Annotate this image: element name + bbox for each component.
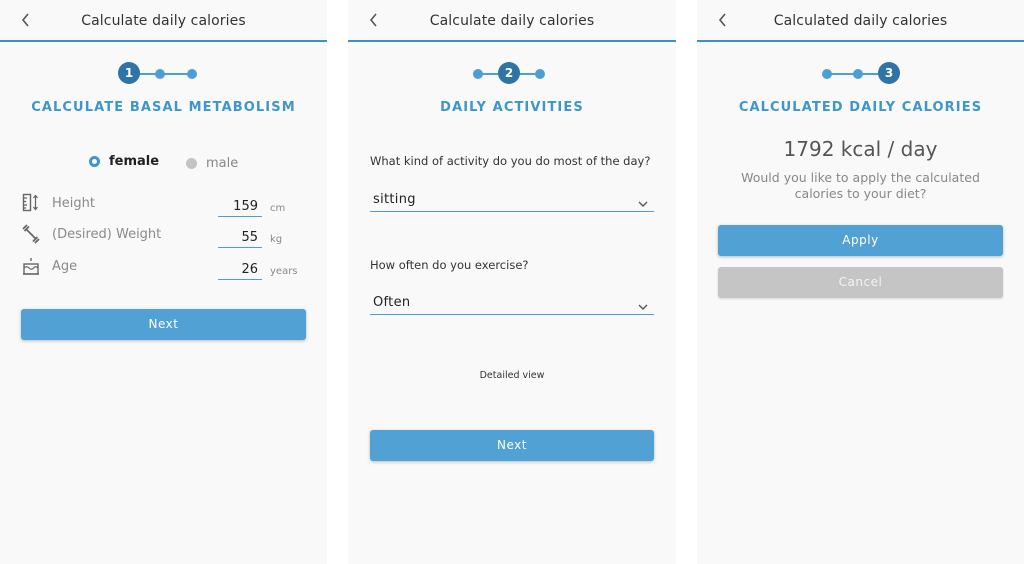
field-label: Height <box>52 196 95 211</box>
step-1 <box>473 69 483 79</box>
height-input[interactable] <box>218 197 262 217</box>
step-2 <box>853 69 863 79</box>
unit-label: years <box>270 266 298 277</box>
app-bar: Calculate daily calories <box>348 0 676 42</box>
dumbbell-icon <box>22 224 40 244</box>
activity-select[interactable]: sitting <box>370 190 654 212</box>
app-bar-title: Calculated daily calories <box>773 13 948 29</box>
apply-prompt: Would you like to apply the calculated c… <box>741 170 980 201</box>
next-button[interactable]: Next <box>370 430 654 461</box>
step-1-active: 1 <box>118 62 140 84</box>
activity-question: What kind of activity do you do most of … <box>370 154 651 168</box>
age-row: Age years <box>0 256 327 282</box>
app-bar: Calculate daily calories <box>0 0 327 42</box>
step-3-active: 3 <box>878 62 900 84</box>
gender-radio-male[interactable]: male <box>186 153 238 173</box>
section-title: CALCULATED DAILY CALORIES <box>738 100 983 115</box>
step-3 <box>187 69 197 79</box>
section-title: DAILY ACTIVITIES <box>440 100 584 115</box>
app-bar: Calculated daily calories <box>697 0 1024 42</box>
detailed-view-link[interactable]: Detailed view <box>348 370 676 381</box>
height-row: Height cm <box>0 193 327 219</box>
stepper: 1 <box>0 62 327 86</box>
weight-row: (Desired) Weight kg <box>0 224 327 250</box>
unit-label: cm <box>270 203 286 214</box>
step-3 <box>535 69 545 79</box>
step-1 <box>822 69 832 79</box>
stepper: 2 <box>348 62 676 86</box>
gender-radio-female[interactable]: female <box>89 151 159 171</box>
exercise-select[interactable]: Often <box>370 293 654 315</box>
step-2-active: 2 <box>498 62 520 84</box>
select-value: sitting <box>373 192 416 207</box>
age-input[interactable] <box>218 260 262 280</box>
gender-label: male <box>206 155 239 171</box>
section-title: CALCULATE BASAL METABOLISM <box>31 100 296 115</box>
exercise-question: How often do you exercise? <box>370 258 529 272</box>
screen-daily-activities: Calculate daily calories 2 DAILY ACTIVIT… <box>348 0 676 564</box>
cancel-button[interactable]: Cancel <box>718 267 1003 298</box>
unit-label: kg <box>270 234 283 245</box>
app-bar-title: Calculate daily calories <box>429 13 595 29</box>
gender-label: female <box>109 153 160 169</box>
chevron-down-icon <box>638 297 648 310</box>
app-bar-title: Calculate daily calories <box>81 13 246 29</box>
select-value: Often <box>373 295 411 310</box>
screen-calculated-calories: Calculated daily calories 3 CALCULATED D… <box>697 0 1024 564</box>
calorie-result: 1792 kcal / day <box>783 137 938 161</box>
screen-basal-metabolism: Calculate daily calories 1 CALCULATE BAS… <box>0 0 327 564</box>
radio-selected-icon <box>89 155 100 167</box>
weight-input[interactable] <box>218 228 262 248</box>
ruler-height-icon <box>22 193 40 213</box>
next-button[interactable]: Next <box>21 309 306 340</box>
stepper: 3 <box>697 62 1024 86</box>
field-label: Age <box>52 259 78 274</box>
radio-unselected-icon <box>186 157 197 169</box>
birthday-cake-icon <box>22 256 40 276</box>
field-label: (Desired) Weight <box>52 227 162 242</box>
step-2 <box>155 69 165 79</box>
chevron-down-icon <box>638 194 648 207</box>
apply-button[interactable]: Apply <box>718 225 1003 256</box>
